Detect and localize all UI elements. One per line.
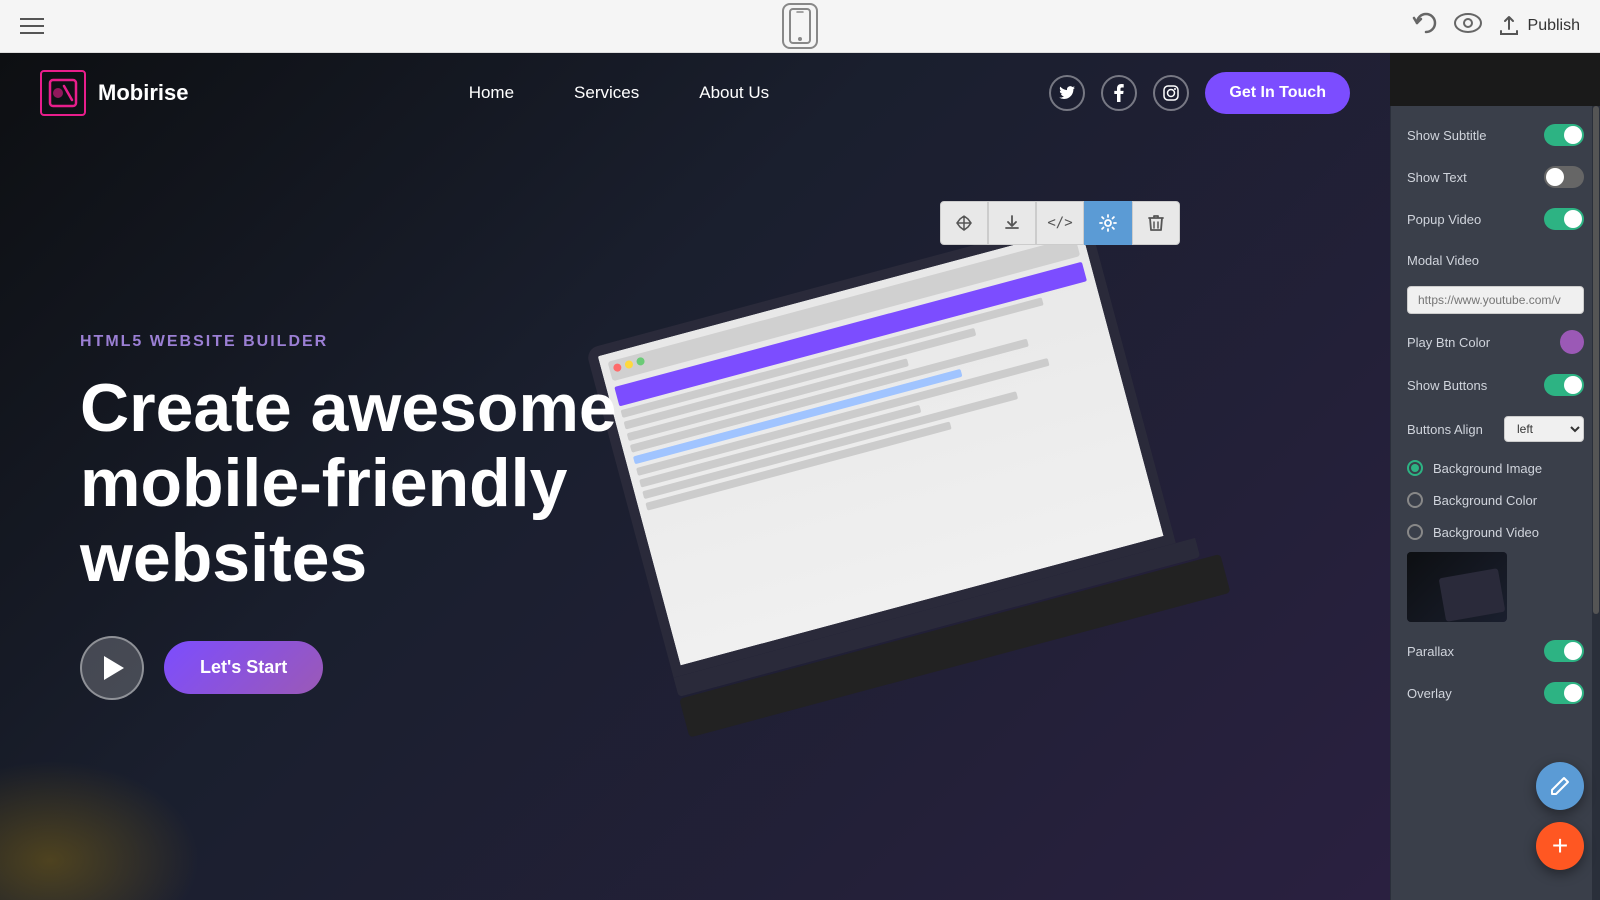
nav-bar: Mobirise Home Services About Us: [0, 53, 1390, 133]
fab-add-button[interactable]: +: [1536, 822, 1584, 870]
nav-links: Home Services About Us: [469, 83, 769, 103]
toolbar-center: [782, 3, 818, 49]
instagram-svg: [1163, 85, 1179, 101]
preview-button[interactable]: [1454, 13, 1482, 39]
play-triangle-icon: [104, 656, 124, 680]
brand: Mobirise: [40, 70, 188, 116]
bg-color-row: Background Color: [1391, 484, 1600, 516]
play-btn-color-label: Play Btn Color: [1407, 335, 1490, 350]
publish-label: Publish: [1528, 17, 1580, 35]
bg-image-thumbnail[interactable]: [1407, 552, 1507, 622]
toolbar-right: Publish: [1412, 12, 1580, 40]
hero-title-line2: mobile-friendly websites: [80, 445, 567, 596]
bg-color-radio[interactable]: [1407, 492, 1423, 508]
website-preview: Mobirise Home Services About Us: [0, 53, 1390, 900]
bg-video-radio[interactable]: [1407, 524, 1423, 540]
modal-video-input[interactable]: [1407, 286, 1584, 314]
code-icon: </>: [1047, 215, 1072, 231]
popup-video-row: Popup Video: [1391, 198, 1600, 240]
show-text-row: Show Text: [1391, 156, 1600, 198]
show-subtitle-label: Show Subtitle: [1407, 128, 1487, 143]
bg-video-row: Background Video: [1391, 516, 1600, 548]
show-text-toggle[interactable]: [1544, 166, 1584, 188]
hamburger-menu[interactable]: [20, 18, 44, 34]
section-delete-button[interactable]: [1132, 201, 1180, 245]
section-code-button[interactable]: </>: [1036, 201, 1084, 245]
show-buttons-row: Show Buttons: [1391, 364, 1600, 406]
play-btn-color-row: Play Btn Color: [1391, 320, 1600, 364]
facebook-icon[interactable]: [1101, 75, 1137, 111]
nav-link-services[interactable]: Services: [574, 83, 639, 103]
overlay-row: Overlay: [1391, 672, 1600, 714]
publish-icon: [1498, 15, 1520, 37]
download-icon: [1003, 214, 1021, 232]
get-in-touch-button[interactable]: Get In Touch: [1205, 72, 1350, 114]
show-subtitle-toggle[interactable]: [1544, 124, 1584, 146]
show-subtitle-row: Show Subtitle: [1391, 114, 1600, 156]
hero-title: Create awesome mobile-friendly websites: [80, 371, 680, 595]
brand-logo: [40, 70, 86, 116]
phone-svg-icon: [789, 8, 811, 44]
top-toolbar: Publish: [0, 0, 1600, 53]
hero-section: HTML5 WEBSITE BUILDER Create awesome mob…: [0, 53, 1390, 900]
settings-icon: [1099, 214, 1117, 232]
brand-name: Mobirise: [98, 80, 188, 106]
buttons-align-row: Buttons Align left center right: [1391, 406, 1600, 452]
preview-area: Mobirise Home Services About Us: [0, 53, 1600, 900]
section-move-button[interactable]: [940, 201, 988, 245]
hero-content: HTML5 WEBSITE BUILDER Create awesome mob…: [80, 253, 680, 699]
section-toolbar: </>: [940, 201, 1180, 245]
settings-scrollbar-track: [1592, 106, 1600, 900]
bg-image-radio[interactable]: [1407, 460, 1423, 476]
nav-link-about[interactable]: About Us: [699, 83, 769, 103]
instagram-icon[interactable]: [1153, 75, 1189, 111]
buttons-align-label: Buttons Align: [1407, 422, 1483, 437]
bg-image-row: Background Image: [1391, 452, 1600, 484]
bg-color-label: Background Color: [1433, 493, 1537, 508]
mobile-preview-button[interactable]: [782, 3, 818, 49]
lets-start-button[interactable]: Let's Start: [164, 641, 323, 694]
modal-video-row: Modal Video: [1391, 240, 1600, 280]
toolbar-left: [20, 18, 44, 34]
facebook-svg: [1114, 84, 1124, 102]
publish-button[interactable]: Publish: [1498, 15, 1580, 37]
undo-icon: [1412, 12, 1438, 34]
play-btn-color-swatch[interactable]: [1560, 330, 1584, 354]
section-download-button[interactable]: [988, 201, 1036, 245]
popup-video-toggle[interactable]: [1544, 208, 1584, 230]
brand-logo-icon: [48, 78, 78, 108]
buttons-align-select[interactable]: left center right: [1504, 416, 1584, 442]
trash-icon: [1148, 214, 1164, 232]
parallax-label: Parallax: [1407, 644, 1454, 659]
play-video-button[interactable]: [80, 636, 144, 700]
fab-edit-button[interactable]: [1536, 762, 1584, 810]
modal-video-label: Modal Video: [1407, 253, 1479, 268]
nav-actions: Get In Touch: [1049, 72, 1350, 114]
settings-scrollbar-thumb: [1593, 106, 1599, 614]
hero-title-line1: Create awesome: [80, 370, 617, 446]
overlay-toggle[interactable]: [1544, 682, 1584, 704]
parallax-row: Parallax: [1391, 630, 1600, 672]
undo-button[interactable]: [1412, 12, 1438, 40]
twitter-icon[interactable]: [1049, 75, 1085, 111]
modal-video-input-row: [1391, 280, 1600, 320]
bg-video-label: Background Video: [1433, 525, 1539, 540]
twitter-svg: [1059, 86, 1075, 100]
section-settings-button[interactable]: [1084, 201, 1132, 245]
eye-icon: [1454, 13, 1482, 33]
show-buttons-label: Show Buttons: [1407, 378, 1487, 393]
overlay-label: Overlay: [1407, 686, 1452, 701]
move-icon: [955, 214, 973, 232]
plus-icon: +: [1552, 832, 1568, 860]
parallax-toggle[interactable]: [1544, 640, 1584, 662]
pencil-icon: [1549, 775, 1571, 797]
hero-subtitle: HTML5 WEBSITE BUILDER: [80, 333, 680, 351]
bg-image-label: Background Image: [1433, 461, 1542, 476]
show-buttons-toggle[interactable]: [1544, 374, 1584, 396]
hero-buttons: Let's Start: [80, 636, 680, 700]
show-text-label: Show Text: [1407, 170, 1467, 185]
popup-video-label: Popup Video: [1407, 212, 1481, 227]
nav-link-home[interactable]: Home: [469, 83, 514, 103]
